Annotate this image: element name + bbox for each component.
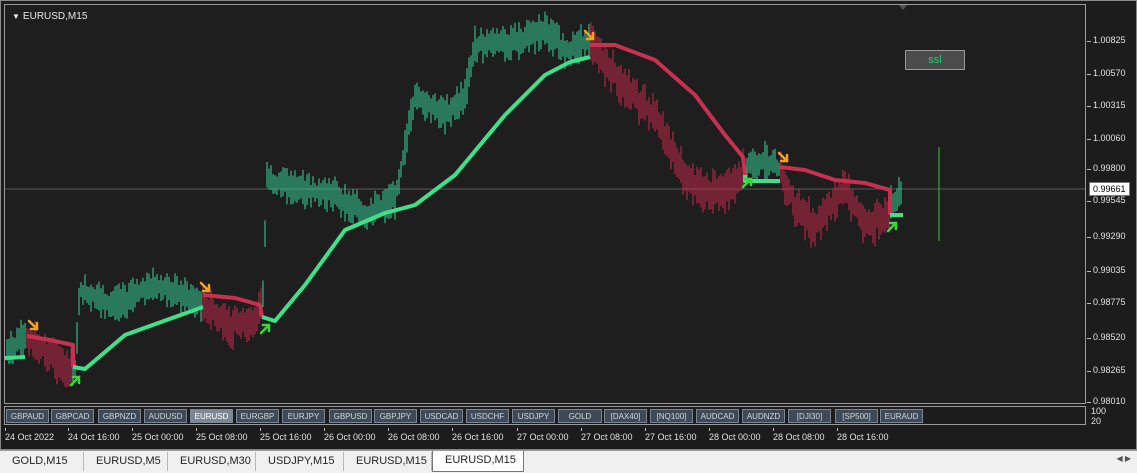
price-tick: 0.99800 [1087,163,1126,173]
time-tick: 27 Oct 16:00 [645,428,697,442]
price-tick: 1.00825 [1087,35,1126,45]
price-axis: 1.00825 1.00570 1.00315 1.00060 0.99800 0.995… [1087,4,1137,406]
tab-scroll-arrows-icon[interactable]: ◀ ▶ [1116,454,1131,463]
chart-tab[interactable]: USDJPY,M15 [256,452,344,471]
ssl-down-line [26,334,75,367]
price-tick: 0.98010 [1087,396,1126,406]
chart-tab[interactable]: EURUSD,M30 [168,452,256,471]
ssl-up-line [72,305,204,371]
time-axis: 24 Oct 2022 24 Oct 16:00 25 Oct 00:00 25 Oc… [4,428,1086,443]
ssl-indicator-button[interactable]: ssl [905,50,965,70]
chart-symbol-title[interactable]: ▼ EURUSD,M15 [12,11,87,22]
symbol-button-gbpnzd[interactable]: GBPNZD [98,409,141,423]
window-indicator-icon [899,5,907,10]
symbol-button-nq100[interactable]: [NQ100] [650,409,693,423]
price-tick: 0.98775 [1087,297,1126,307]
symbol-button-eurjpy[interactable]: EURJPY [282,409,325,423]
symbol-button-gbpaud[interactable]: GBPAUD [6,409,49,423]
chart-tab-bar: ◀ ▶ GOLD,M15 EURUSD,M5 EURUSD,M30 USDJPY,M1… [0,450,1137,473]
ssl-up-line [5,355,26,360]
symbol-button-audnzd[interactable]: AUDNZD [742,409,785,423]
price-tick: 1.00060 [1087,133,1126,143]
symbol-button-gbpjpy[interactable]: GBPJPY [374,409,417,423]
chart-tab[interactable]: EURUSD,M5 [84,452,168,471]
time-tick: 28 Oct 08:00 [773,428,825,442]
symbol-button-audcad[interactable]: AUDCAD [696,409,739,423]
symbol-button-usdjpy[interactable]: USDJPY [512,409,555,423]
symbol-button-gbpcad[interactable]: GBPCAD [51,409,94,423]
chart-window: ▼ EURUSD,M15 1.00825 1.00570 1.00315 1.00060… [0,0,1137,450]
price-tick: 0.99035 [1087,265,1126,275]
symbol-button-gold[interactable]: GOLD [558,409,602,423]
buy-arrow-icon [69,375,81,387]
time-tick: 27 Oct 08:00 [581,428,633,442]
time-tick: 26 Oct 00:00 [324,428,376,442]
chart-tab[interactable]: EURUSD,M15 [432,451,524,472]
symbol-button-usdchf[interactable]: USDCHF [466,409,509,423]
sell-arrow-icon [27,319,39,331]
symbol-button-dax40[interactable]: [DAX40] [604,409,647,423]
symbol-button-audusd[interactable]: AUDUSD [144,409,187,423]
sell-arrow-icon [777,151,789,163]
symbol-button-eurgbp[interactable]: EURGBP [236,409,279,423]
symbol-button-dji30[interactable]: [DJI30] [788,409,831,423]
dropdown-triangle-icon[interactable]: ▼ [12,12,20,21]
volume-axis: 100 20 [1091,406,1106,426]
price-tick: 1.00570 [1087,68,1126,78]
volume-axis-bottom: 20 [1091,416,1102,426]
symbol-button-eurusd[interactable]: EURUSD [190,409,233,423]
time-tick: 27 Oct 00:00 [517,428,569,442]
price-tick: 0.99290 [1087,231,1126,241]
time-tick: 25 Oct 00:00 [132,428,184,442]
time-tick: 28 Oct 16:00 [837,428,889,442]
time-tick: 24 Oct 16:00 [68,428,120,442]
current-price-label: 0.99661 [1089,182,1130,196]
time-tick: 25 Oct 08:00 [196,428,248,442]
symbol-button-gbpusd[interactable]: GBPUSD [329,409,372,423]
time-tick: 25 Oct 16:00 [260,428,312,442]
time-tick: 26 Oct 08:00 [388,428,440,442]
symbol-button-sp500[interactable]: [SP500] [835,409,878,423]
buy-arrow-icon [259,323,271,335]
symbol-button-euraud[interactable]: EURAUD [880,409,923,423]
time-tick: 28 Oct 00:00 [709,428,761,442]
time-tick: 24 Oct 2022 [5,428,55,442]
volume-axis-top: 100 [1091,406,1107,416]
time-tick: 26 Oct 16:00 [452,428,504,442]
symbol-button-bar: GBPAUD GBPCAD GBPNZD AUDUSD EURUSD EURGBP EURJ… [4,406,1086,425]
price-tick: 0.99545 [1087,195,1126,205]
chart-tab[interactable]: EURUSD,M15 [344,452,432,471]
price-tick: 0.98520 [1087,332,1126,342]
price-tick: 1.00315 [1087,100,1126,110]
sell-arrow-icon [199,281,211,293]
symbol-button-usdcad[interactable]: USDCAD [420,409,463,423]
chart-tab[interactable]: GOLD,M15 [0,452,84,471]
chart-title-text: EURUSD,M15 [22,11,88,22]
price-tick: 0.98265 [1087,365,1126,375]
